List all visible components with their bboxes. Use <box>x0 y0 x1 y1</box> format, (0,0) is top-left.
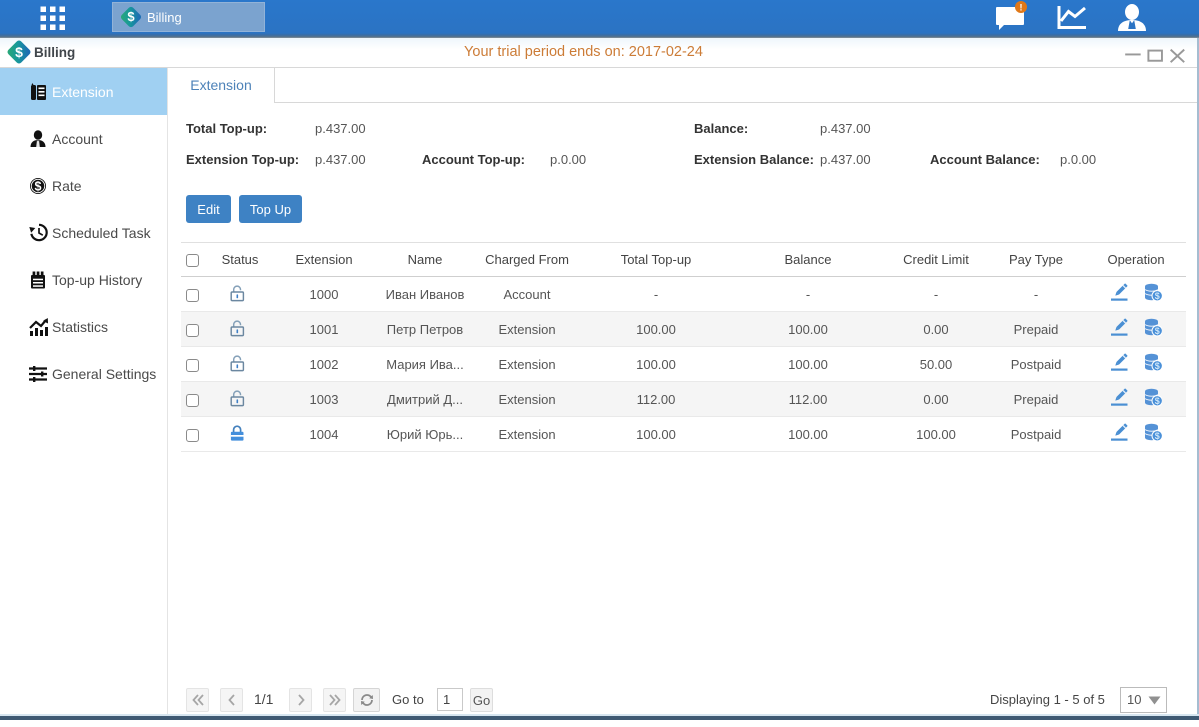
svg-text:!: ! <box>1020 3 1023 13</box>
svg-text:$: $ <box>35 179 42 193</box>
